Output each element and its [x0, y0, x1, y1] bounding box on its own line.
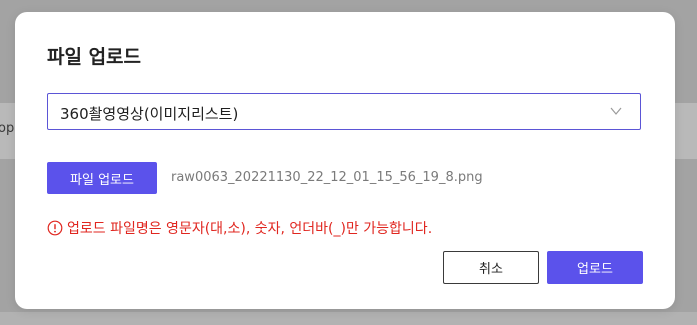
- upload-button[interactable]: 업로드: [547, 251, 643, 284]
- error-circle-icon: [47, 220, 63, 236]
- dialog-title: 파일 업로드: [47, 46, 142, 68]
- upload-type-select[interactable]: 360촬영영상(이미지리스트): [47, 93, 641, 130]
- backdrop-partial-text: op: [0, 121, 15, 136]
- error-message-text: 업로드 파일명은 영문자(대,소), 숫자, 언더바(_)만 가능합니다.: [67, 221, 433, 237]
- file-upload-dialog: 파일 업로드 360촬영영상(이미지리스트) 파일 업로드 raw0063_20…: [15, 12, 675, 309]
- selected-file-name: raw0063_20221130_22_12_01_15_56_19_8.png: [171, 170, 483, 185]
- chevron-down-icon: [610, 107, 622, 115]
- error-message: 업로드 파일명은 영문자(대,소), 숫자, 언더바(_)만 가능합니다.: [47, 218, 432, 238]
- cancel-button[interactable]: 취소: [443, 251, 539, 284]
- choose-file-button[interactable]: 파일 업로드: [47, 162, 157, 194]
- upload-type-select-value: 360촬영영상(이미지리스트): [60, 105, 239, 123]
- backdrop-bottom-band: [0, 312, 697, 325]
